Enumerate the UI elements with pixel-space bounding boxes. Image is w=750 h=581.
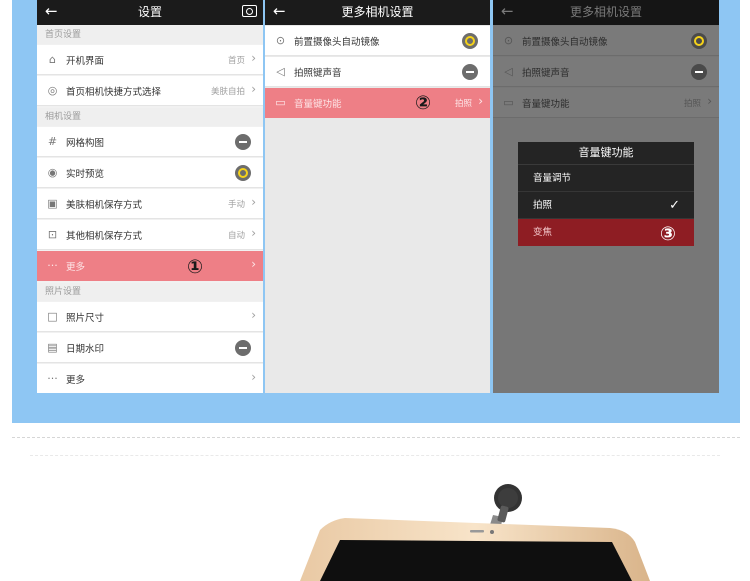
row-value: 拍照 xyxy=(683,99,701,109)
chevron-right-icon: › xyxy=(251,308,256,322)
chevron-right-icon: › xyxy=(707,94,712,108)
square-icon: □ xyxy=(47,310,58,323)
camera-icon[interactable] xyxy=(242,5,257,17)
option-volume-adjust[interactable]: 音量调节 xyxy=(518,165,694,192)
speaker-icon: ◁ xyxy=(504,65,513,78)
more-camera-settings-screen: ← 更多相机设置 ⊙ 前置摄像头自动镜像 ◁ 拍照键声音 ▭ 音量键功能 拍照 … xyxy=(265,0,490,393)
row-value: 手动 xyxy=(227,200,245,210)
row-label: 开机界面 xyxy=(66,56,105,67)
dialog-title: 音量键功能 xyxy=(518,142,694,165)
chevron-right-icon: › xyxy=(251,82,256,96)
chevron-right-icon: › xyxy=(251,51,256,65)
row-other-save[interactable]: ⊡ 其他相机保存方式 自动 › xyxy=(37,220,263,250)
chevron-right-icon: › xyxy=(251,195,256,209)
row-label: 前置摄像头自动镜像 xyxy=(522,37,608,48)
row-live-preview[interactable]: ◉ 实时预览 xyxy=(37,158,263,188)
save-icon: ▣ xyxy=(47,197,58,210)
top-bar: ← 设置 xyxy=(37,0,263,25)
chevron-right-icon: › xyxy=(478,94,483,108)
row-label: 实时预览 xyxy=(66,169,105,180)
phone-product-photo xyxy=(300,484,650,581)
row-label: 拍照键声音 xyxy=(522,68,570,79)
watermark-icon: ▤ xyxy=(47,341,58,354)
section-camera: 相机设置 xyxy=(37,108,263,126)
step-marker-1: ① xyxy=(187,256,204,278)
page-title: 设置 xyxy=(137,5,162,19)
toggle-off-icon[interactable] xyxy=(691,64,707,80)
volume-key-dialog: 音量键功能 音量调节 拍照 ✓ 变焦 ③ xyxy=(518,142,694,246)
row-label: 音量键功能 xyxy=(294,99,342,110)
volume-key-dialog-screen: ← 更多相机设置 ⊙ 前置摄像头自动镜像 ◁ 拍照键声音 ▭ 音量键功能 拍照 … xyxy=(493,0,719,393)
front-camera-icon: ⊙ xyxy=(275,34,286,47)
option-label: 拍照 xyxy=(533,200,553,211)
chevron-right-icon: › xyxy=(251,370,256,384)
row-value: 自动 xyxy=(227,231,245,241)
chevron-right-icon: › xyxy=(251,257,256,271)
phone-body xyxy=(300,518,650,581)
chevron-right-icon: › xyxy=(251,226,256,240)
top-bar: ← 更多相机设置 xyxy=(493,0,719,25)
row-value: 美肤自拍 xyxy=(210,87,245,97)
row-value: 首页 xyxy=(227,56,245,66)
row-label: 拍照键声音 xyxy=(294,68,342,79)
row-volume-key-highlighted[interactable]: ▭ 音量键功能 拍照 › xyxy=(265,88,490,118)
row-value: 拍照 xyxy=(454,99,472,109)
divider xyxy=(30,455,720,456)
row-more-highlighted[interactable]: ··· 更多 › xyxy=(37,251,263,281)
row-label: 照片尺寸 xyxy=(66,313,105,324)
divider xyxy=(12,437,740,438)
step-marker-2: ② xyxy=(415,92,432,114)
row-label: 其他相机保存方式 xyxy=(66,231,143,242)
speaker-icon: ◁ xyxy=(276,65,285,78)
row-camera-shortcut[interactable]: ◎ 首页相机快捷方式选择 美肤自拍 › xyxy=(37,76,263,106)
settings-screen: ← 设置 首页设置 ⌂ 开机界面 首页 › ◎ 首页相机快捷方式选择 美肤自拍 … xyxy=(37,0,263,393)
toggle-off-icon[interactable] xyxy=(235,340,251,356)
row-front-mirror[interactable]: ⊙ 前置摄像头自动镜像 xyxy=(493,26,719,56)
phone-icon: ▭ xyxy=(503,96,514,109)
toggle-on-icon[interactable] xyxy=(235,165,251,181)
row-date-watermark[interactable]: ▤ 日期水印 xyxy=(37,333,263,363)
toggle-on-icon[interactable] xyxy=(691,33,707,49)
checkmark-icon: ✓ xyxy=(669,198,680,213)
step-marker-3: ③ xyxy=(659,223,676,245)
phone-icon: ▭ xyxy=(275,96,286,109)
home-icon: ⌂ xyxy=(49,53,56,66)
row-shutter-sound[interactable]: ◁ 拍照键声音 xyxy=(265,57,490,87)
row-label: 更多 xyxy=(66,375,86,386)
row-label: 更多 xyxy=(66,262,86,273)
more-dots-icon: ··· xyxy=(47,372,58,385)
page-title: 更多相机设置 xyxy=(569,5,642,19)
more-dots-icon: ··· xyxy=(47,259,58,272)
row-grid[interactable]: # 网格构图 xyxy=(37,127,263,157)
section-photo: 照片设置 xyxy=(37,283,263,301)
option-take-photo[interactable]: 拍照 ✓ xyxy=(518,192,694,219)
grid-icon: # xyxy=(47,135,58,148)
toggle-on-icon[interactable] xyxy=(462,33,478,49)
toggle-off-icon[interactable] xyxy=(235,134,251,150)
option-zoom-selected[interactable]: 变焦 ③ xyxy=(518,219,694,246)
row-label: 前置摄像头自动镜像 xyxy=(294,37,380,48)
section-home: 首页设置 xyxy=(37,26,263,44)
row-label: 美肤相机保存方式 xyxy=(66,200,143,211)
row-beauty-save[interactable]: ▣ 美肤相机保存方式 手动 › xyxy=(37,189,263,219)
row-label: 网格构图 xyxy=(66,138,105,149)
row-photo-size[interactable]: □ 照片尺寸 › xyxy=(37,302,263,332)
top-bar: ← 更多相机设置 xyxy=(265,0,490,25)
row-startup-screen[interactable]: ⌂ 开机界面 首页 › xyxy=(37,45,263,75)
page-title: 更多相机设置 xyxy=(341,5,414,19)
camera-outline-icon: ◎ xyxy=(47,84,58,97)
row-label: 音量键功能 xyxy=(522,99,570,110)
row-label: 日期水印 xyxy=(66,344,105,355)
preview-icon: ◉ xyxy=(47,166,58,179)
option-label: 变焦 xyxy=(533,227,553,238)
save-download-icon: ⊡ xyxy=(47,228,58,241)
row-label: 首页相机快捷方式选择 xyxy=(66,87,162,98)
row-more-photo[interactable]: ··· 更多 › xyxy=(37,364,263,393)
front-camera-icon: ⊙ xyxy=(503,34,514,47)
row-front-mirror[interactable]: ⊙ 前置摄像头自动镜像 xyxy=(265,26,490,56)
row-volume-key[interactable]: ▭ 音量键功能 拍照 › xyxy=(493,88,719,118)
row-shutter-sound[interactable]: ◁ 拍照键声音 xyxy=(493,57,719,87)
toggle-off-icon[interactable] xyxy=(462,64,478,80)
